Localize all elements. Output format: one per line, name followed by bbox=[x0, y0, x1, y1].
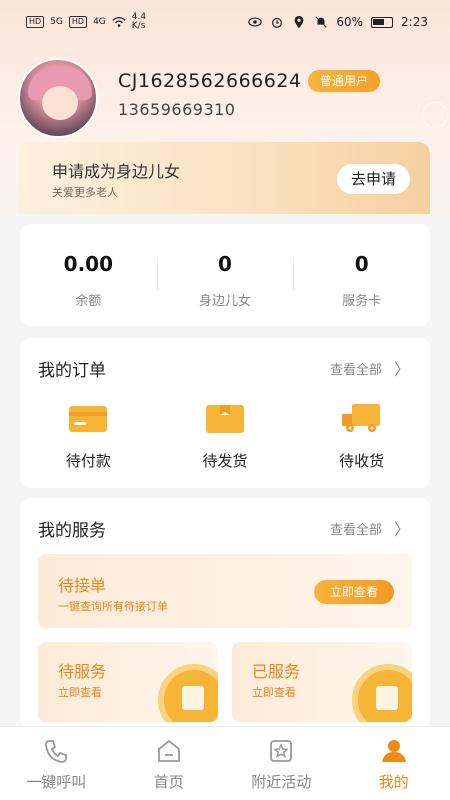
stat-service-card[interactable]: 0 服务卡 bbox=[293, 224, 430, 326]
battery-percent: 60% bbox=[336, 15, 364, 29]
star-icon bbox=[225, 737, 338, 765]
service-pending-accept[interactable]: 待接单 一键查询所有待接订单 立即查看 bbox=[38, 554, 412, 628]
alarm-icon bbox=[272, 17, 283, 28]
tab-label: 首页 bbox=[153, 773, 184, 791]
phone-icon bbox=[0, 737, 113, 765]
document-check-icon bbox=[352, 664, 412, 722]
view-now-button[interactable]: 立即查看 bbox=[313, 580, 394, 604]
stat-label: 身边儿女 bbox=[199, 294, 252, 309]
avatar-face bbox=[42, 86, 78, 120]
battery-icon bbox=[371, 16, 394, 28]
apply-button[interactable]: 去申请 bbox=[336, 164, 410, 194]
status-bar: HD 5G HD 4G 4.4 K/s 60% 2:23 bbox=[0, 0, 450, 44]
user-phone: 13659669310 bbox=[118, 100, 236, 119]
stat-balance[interactable]: 0.00 余额 bbox=[20, 224, 157, 326]
avatar[interactable] bbox=[18, 58, 98, 138]
tab-mine[interactable]: 我的 bbox=[338, 727, 450, 800]
order-label: 待付款 bbox=[65, 452, 111, 470]
location-icon bbox=[295, 15, 304, 29]
apply-subtitle: 关爱更多老人 bbox=[52, 186, 118, 199]
net-speed-unit: K/s bbox=[131, 21, 146, 31]
service-subtitle: 一键查询所有待接订单 bbox=[58, 600, 168, 613]
home-icon bbox=[113, 737, 226, 765]
service-completed[interactable]: 已服务 立即查看 bbox=[232, 642, 412, 722]
stat-value: 0.00 bbox=[63, 252, 114, 276]
chevron-right-icon: 〉 bbox=[393, 520, 410, 539]
settings-icon[interactable] bbox=[422, 102, 448, 128]
tab-label: 附近活动 bbox=[251, 773, 312, 791]
tab-nearby-activities[interactable]: 附近活动 bbox=[225, 727, 338, 800]
tab-label: 一键呼叫 bbox=[26, 773, 87, 791]
section-title: 我的服务 bbox=[38, 521, 106, 541]
service-title: 待接单 bbox=[58, 576, 107, 595]
signal-label-2: 4G bbox=[93, 17, 106, 27]
status-right: 60% 2:23 bbox=[248, 15, 428, 29]
user-icon bbox=[338, 737, 450, 765]
apply-banner: 申请成为身边儿女 关爱更多老人 去申请 bbox=[18, 142, 430, 214]
section-title: 我的订单 bbox=[38, 361, 106, 381]
status-left: HD 5G HD 4G 4.4 K/s bbox=[26, 13, 146, 31]
stat-value: 0 bbox=[354, 252, 369, 276]
signal-label: 5G bbox=[50, 17, 63, 27]
my-orders-section: 我的订单 查看全部 〉 待付款 待发货 待收货 bbox=[20, 338, 430, 488]
tab-label: 我的 bbox=[378, 773, 409, 791]
order-pending-payment[interactable]: 待付款 bbox=[20, 404, 157, 471]
hd-badge-2: HD bbox=[68, 16, 88, 28]
box-icon bbox=[157, 404, 294, 434]
view-all-label: 查看全部 bbox=[329, 362, 382, 378]
service-title: 待服务 bbox=[58, 662, 107, 681]
user-level-badge: 普通用户 bbox=[308, 70, 381, 92]
wifi-icon bbox=[112, 16, 126, 27]
clock: 2:23 bbox=[401, 15, 428, 29]
stat-label: 余额 bbox=[75, 294, 102, 309]
stat-children[interactable]: 0 身边儿女 bbox=[156, 224, 294, 326]
profile-header: CJ1628562666624 普通用户 13659669310 bbox=[18, 58, 448, 138]
bottom-tab-bar: 一键呼叫 首页 附近活动 我的 bbox=[0, 726, 450, 800]
user-id: CJ1628562666624 bbox=[118, 70, 302, 92]
order-pending-receipt[interactable]: 待收货 bbox=[293, 404, 430, 471]
chevron-right-icon: 〉 bbox=[393, 360, 410, 379]
hd-badge: HD bbox=[26, 16, 45, 28]
mute-icon bbox=[315, 16, 328, 28]
account-stats: 0.00 余额 0 身边儿女 0 服务卡 bbox=[20, 224, 430, 326]
stat-value: 0 bbox=[218, 252, 232, 276]
service-title: 已服务 bbox=[252, 662, 301, 681]
services-view-all[interactable]: 查看全部 〉 bbox=[330, 516, 410, 540]
tab-home[interactable]: 首页 bbox=[113, 727, 226, 800]
service-subtitle: 立即查看 bbox=[252, 686, 296, 699]
order-status-list: 待付款 待发货 待收货 bbox=[20, 404, 430, 471]
view-all-label: 查看全部 bbox=[329, 522, 382, 538]
apply-title: 申请成为身边儿女 bbox=[52, 162, 181, 181]
tab-one-key-call[interactable]: 一键呼叫 bbox=[0, 727, 113, 800]
truck-icon bbox=[293, 404, 430, 434]
order-label: 待收货 bbox=[339, 452, 385, 470]
service-subtitle: 立即查看 bbox=[58, 686, 102, 699]
card-icon bbox=[20, 404, 157, 434]
service-pending-service[interactable]: 待服务 立即查看 bbox=[38, 642, 218, 722]
eye-icon bbox=[248, 17, 263, 27]
net-speed: 4.4 K/s bbox=[132, 13, 146, 31]
stat-label: 服务卡 bbox=[342, 294, 382, 309]
orders-view-all[interactable]: 查看全部 〉 bbox=[330, 356, 410, 380]
order-label: 待发货 bbox=[202, 452, 248, 470]
my-services-section: 我的服务 查看全部 〉 待接单 一键查询所有待接订单 立即查看 待服务 立即查看… bbox=[20, 498, 430, 728]
document-icon bbox=[158, 664, 218, 722]
order-pending-shipment[interactable]: 待发货 bbox=[157, 404, 294, 471]
